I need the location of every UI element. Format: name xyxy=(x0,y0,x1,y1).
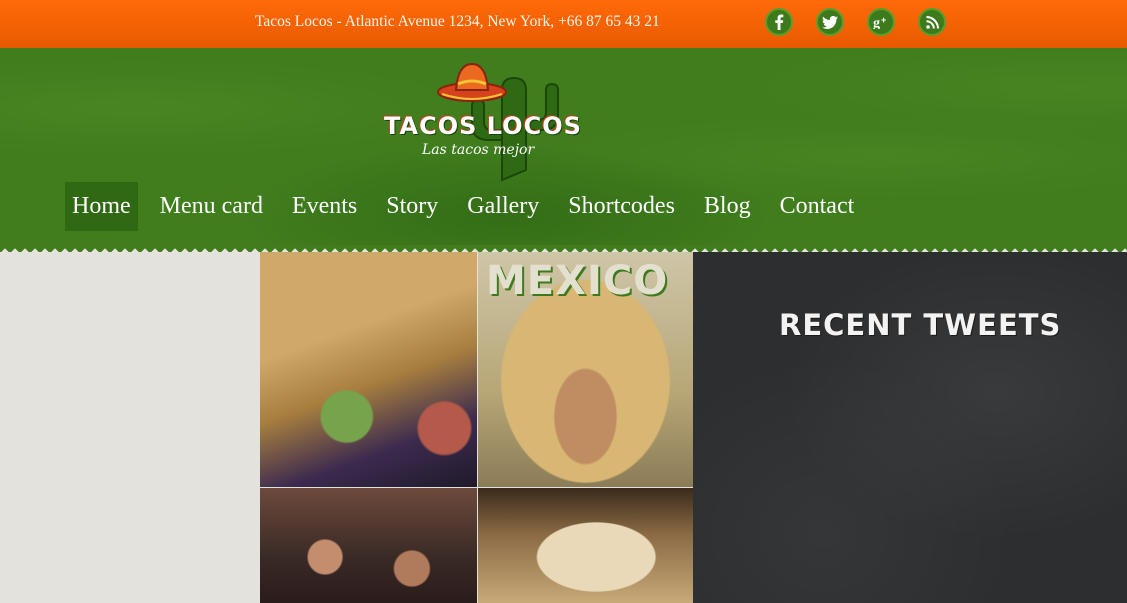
recent-tweets-widget: Recent tweets xyxy=(693,252,1127,603)
site-logo[interactable]: TACOS LOCOS Las tacos mejor xyxy=(380,60,582,182)
mexico-sign-text: MEXICO xyxy=(486,258,669,304)
nav-item-gallery[interactable]: Gallery xyxy=(460,182,546,231)
facebook-icon[interactable] xyxy=(765,8,793,36)
twitter-icon[interactable] xyxy=(816,8,844,36)
logo-brand-text: TACOS LOCOS xyxy=(384,112,582,140)
main-nav: Home Menu card Events Story Gallery Shor… xyxy=(65,182,876,231)
left-blank-panel xyxy=(0,252,260,603)
nav-item-shortcodes[interactable]: Shortcodes xyxy=(561,182,682,231)
photo-gallery: MEXICO xyxy=(260,252,693,603)
nav-item-home[interactable]: Home xyxy=(65,182,138,231)
site-header: TACOS LOCOS Las tacos mejor Home Menu ca… xyxy=(0,48,1127,252)
nav-item-events[interactable]: Events xyxy=(285,182,364,231)
tacos-photo[interactable] xyxy=(478,488,693,603)
nav-item-contact[interactable]: Contact xyxy=(773,182,862,231)
nav-item-blog[interactable]: Blog xyxy=(697,182,758,231)
google-plus-icon[interactable]: g + xyxy=(867,8,895,36)
top-info-bar: Tacos Locos - Atlantic Avenue 1234, New … xyxy=(0,0,1127,54)
social-links: g + xyxy=(765,8,969,36)
svg-text:g: g xyxy=(873,16,880,29)
mexico-sombrero-photo[interactable]: MEXICO xyxy=(478,252,693,487)
quesadilla-photo[interactable] xyxy=(260,252,477,487)
logo-tagline: Las tacos mejor xyxy=(422,142,535,158)
nav-item-story[interactable]: Story xyxy=(379,182,445,231)
rss-icon[interactable] xyxy=(918,8,946,36)
contact-info: Tacos Locos - Atlantic Avenue 1234, New … xyxy=(255,13,660,30)
crowd-photo[interactable] xyxy=(260,488,477,603)
nav-item-menu-card[interactable]: Menu card xyxy=(153,182,270,231)
svg-text:+: + xyxy=(881,15,886,25)
recent-tweets-title: Recent tweets xyxy=(779,308,1062,342)
